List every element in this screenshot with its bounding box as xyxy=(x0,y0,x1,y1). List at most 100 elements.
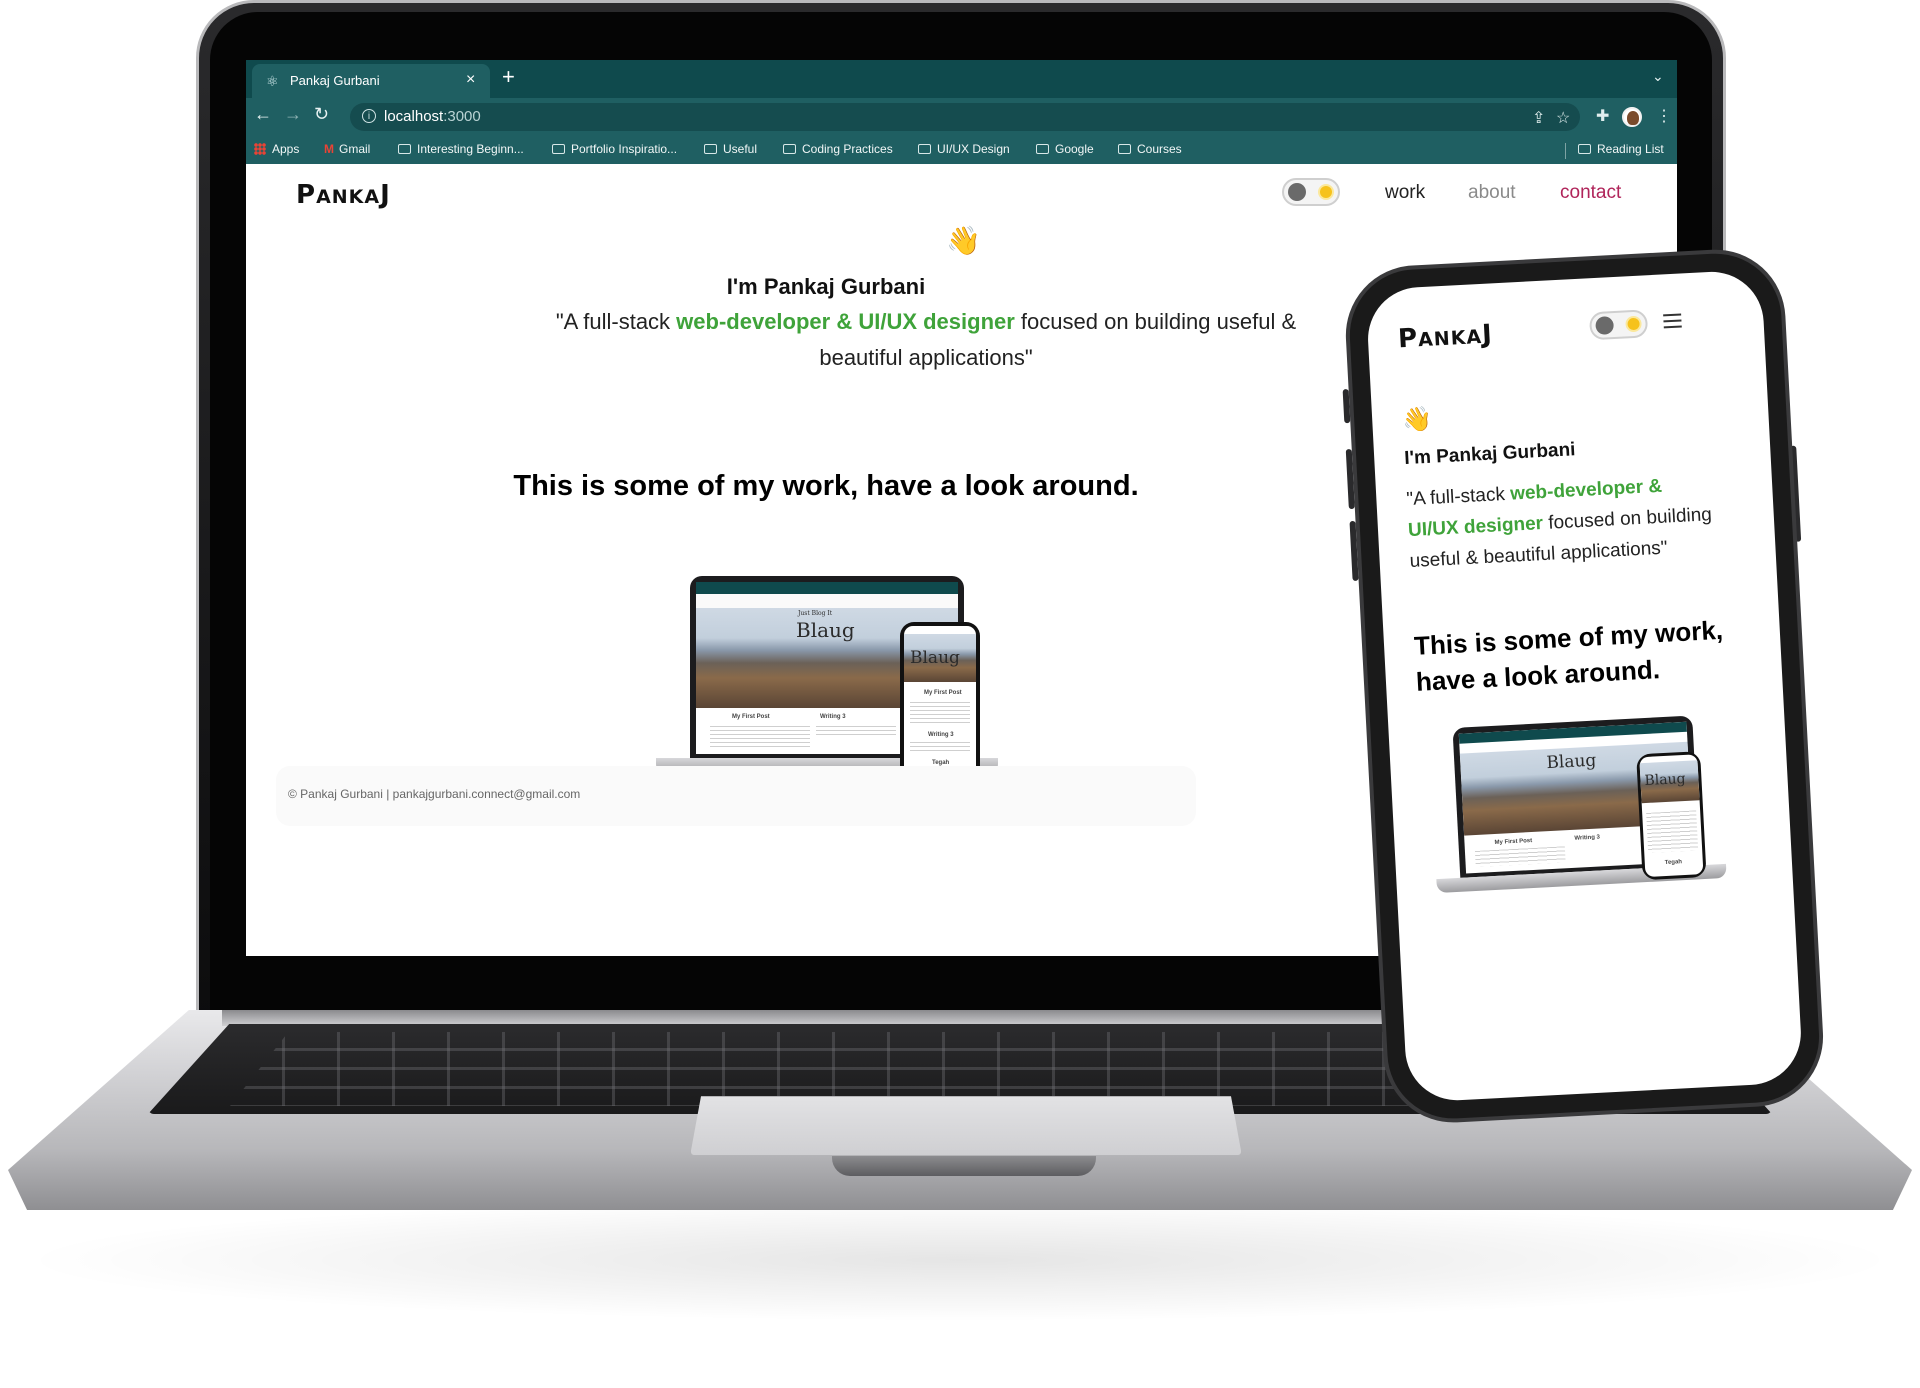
mockup-nav xyxy=(696,594,958,608)
nav-about[interactable]: about xyxy=(1468,182,1516,204)
bookmark-folder[interactable]: Portfolio Inspiratio... xyxy=(552,142,677,156)
mockup-post-text xyxy=(710,726,810,748)
mockup-phone-text xyxy=(1646,810,1699,853)
mockup-post-text xyxy=(816,726,896,738)
logo-middle: ANKA xyxy=(316,186,381,208)
reload-icon[interactable]: ↻ xyxy=(314,104,329,125)
forward-arrow-icon[interactable]: → xyxy=(284,104,302,125)
reading-list-icon xyxy=(1578,144,1591,154)
logo-final: J xyxy=(1481,319,1494,350)
reading-list-button[interactable]: Reading List xyxy=(1578,142,1664,156)
bookmark-folder[interactable]: Coding Practices xyxy=(783,142,893,156)
laptop-front-notch xyxy=(832,1156,1096,1176)
browser-tab[interactable]: ⚛ Pankaj Gurbani × xyxy=(252,64,490,98)
bookmark-label: Google xyxy=(1055,142,1094,156)
mockup-phone-post: Writing 3 xyxy=(928,732,954,738)
mockup-post-title: My First Post xyxy=(732,714,770,720)
browser-menu-icon[interactable]: ⋮ xyxy=(1656,106,1672,126)
tab-search-chevron-icon[interactable]: ⌄ xyxy=(1652,68,1664,85)
mockup-phone-title: Blaug xyxy=(1644,770,1686,790)
close-tab-icon[interactable]: × xyxy=(466,71,475,89)
new-tab-button[interactable]: + xyxy=(502,64,515,90)
bookmark-apps[interactable]: Apps xyxy=(254,142,299,156)
bookmark-folder[interactable]: Courses xyxy=(1118,142,1182,156)
mockup-phone: Blaug My First Post Writing 3 Tegah xyxy=(900,622,980,780)
react-favicon-icon: ⚛ xyxy=(266,73,279,89)
site-logo[interactable]: PANKAJ xyxy=(296,180,391,210)
nav-work[interactable]: work xyxy=(1385,182,1425,204)
tagline-open: "A full-stack xyxy=(555,309,677,334)
phone-hero-tagline: "A full-stack web-developer & UI/UX desi… xyxy=(1406,466,1750,577)
address-bar[interactable]: i localhost:3000 ⇪ ☆ xyxy=(350,103,1580,131)
phone-work-heading: This is some of my work, have a look aro… xyxy=(1413,610,1756,700)
bookmark-label: Portfolio Inspiratio... xyxy=(571,142,678,156)
theme-toggle[interactable] xyxy=(1282,178,1340,206)
mockup-phone-text xyxy=(910,702,970,724)
toggle-knob xyxy=(1288,183,1306,201)
bookmarks-divider xyxy=(1565,143,1566,159)
nav-contact[interactable]: contact xyxy=(1560,182,1621,204)
folder-icon xyxy=(783,144,796,154)
mockup-post-title: My First Post xyxy=(1494,838,1533,846)
bookmark-label: UI/UX Design xyxy=(937,142,1010,156)
profile-avatar[interactable] xyxy=(1622,107,1642,127)
mockup-title: Blaug xyxy=(796,618,855,642)
logo-final: J xyxy=(380,180,391,210)
hero-tagline: "A full-stack web-developer & UI/UX desi… xyxy=(556,304,1306,376)
waving-hand-emoji: 👋 xyxy=(1401,405,1433,435)
bookmark-folder[interactable]: Interesting Beginn... xyxy=(398,142,524,156)
reading-list-label: Reading List xyxy=(1597,142,1664,156)
bookmark-star-icon[interactable]: ☆ xyxy=(1556,108,1570,128)
work-heading: This is some of my work, have a look aro… xyxy=(513,470,1139,502)
phone-project-mockup[interactable]: Blaug My First Post Writing 3 Blaug Tega… xyxy=(1429,714,1739,919)
mockup-phone-post: My First Post xyxy=(924,690,962,696)
folder-icon xyxy=(552,144,565,154)
site-info-icon[interactable]: i xyxy=(362,109,376,123)
url-host: localhost xyxy=(384,108,444,125)
url-port: :3000 xyxy=(443,108,481,125)
browser-toolbar: ← → ↻ i localhost:3000 ⇪ ☆ ✚ ⋮ xyxy=(246,98,1677,136)
mockup-post-title: Writing 3 xyxy=(1574,834,1601,842)
mockup-phone: Blaug Tegah xyxy=(1636,751,1707,881)
logo-initial: P xyxy=(296,180,317,210)
tab-title: Pankaj Gurbani xyxy=(290,73,380,88)
mockup-post-text xyxy=(1474,846,1566,867)
phone-screen: PANKAJ 👋 I'm Pankaj Gurbani "A full-stac… xyxy=(1365,269,1804,1103)
laptop-shadow xyxy=(40,1200,1880,1320)
tagline-highlight: UI/UX designer xyxy=(1407,513,1544,542)
tagline-open: "A full-stack xyxy=(1405,483,1511,511)
tab-strip: ⚛ Pankaj Gurbani × + ⌄ xyxy=(246,60,1677,98)
waving-hand-emoji: 👋 xyxy=(946,225,981,256)
phone-site-logo[interactable]: PANKAJ xyxy=(1397,319,1493,354)
address-url: localhost:3000 xyxy=(384,108,481,125)
logo-initial: P xyxy=(1397,323,1419,355)
folder-icon xyxy=(704,144,717,154)
mockup-browser-bar xyxy=(696,582,958,594)
phone-hero-name: I'm Pankaj Gurbani xyxy=(1403,439,1576,470)
bookmark-label: Apps xyxy=(272,142,300,156)
bookmark-folder[interactable]: Google xyxy=(1036,142,1094,156)
bookmark-label: Useful xyxy=(723,142,758,156)
share-icon[interactable]: ⇪ xyxy=(1532,108,1545,128)
bookmark-folder[interactable]: UI/UX Design xyxy=(918,142,1010,156)
project-mockup-blaug[interactable]: Just Blog It Blaug My First Post Writing… xyxy=(656,576,1006,796)
hero-name: I'm Pankaj Gurbani xyxy=(726,274,926,299)
laptop-trackpad xyxy=(690,1096,1242,1156)
phone-device: PANKAJ 👋 I'm Pankaj Gurbani "A full-stac… xyxy=(1342,244,1867,1148)
extensions-puzzle-icon[interactable]: ✚ xyxy=(1596,106,1609,126)
back-arrow-icon[interactable]: ← xyxy=(254,104,272,125)
mockup-phone-screen: Blaug Tegah xyxy=(1639,754,1704,878)
bookmark-label: Coding Practices xyxy=(802,142,893,156)
bookmark-gmail[interactable]: M Gmail xyxy=(324,142,370,156)
bookmarks-bar: Apps M Gmail Interesting Beginn... Portfo… xyxy=(246,136,1677,164)
phone-theme-toggle[interactable] xyxy=(1588,309,1649,341)
toggle-knob xyxy=(1595,316,1615,335)
hamburger-menu-icon[interactable] xyxy=(1663,309,1682,332)
mockup-phone-text xyxy=(910,742,970,752)
tagline-rest: focused on building xyxy=(1542,504,1713,534)
mockup-phone-screen: Blaug My First Post Writing 3 Tegah xyxy=(904,626,976,776)
bookmark-folder[interactable]: Useful xyxy=(704,142,757,156)
tagline-highlight: web-developer & xyxy=(1509,475,1663,505)
apps-grid-icon xyxy=(254,143,266,155)
bookmark-label: Gmail xyxy=(339,142,371,156)
